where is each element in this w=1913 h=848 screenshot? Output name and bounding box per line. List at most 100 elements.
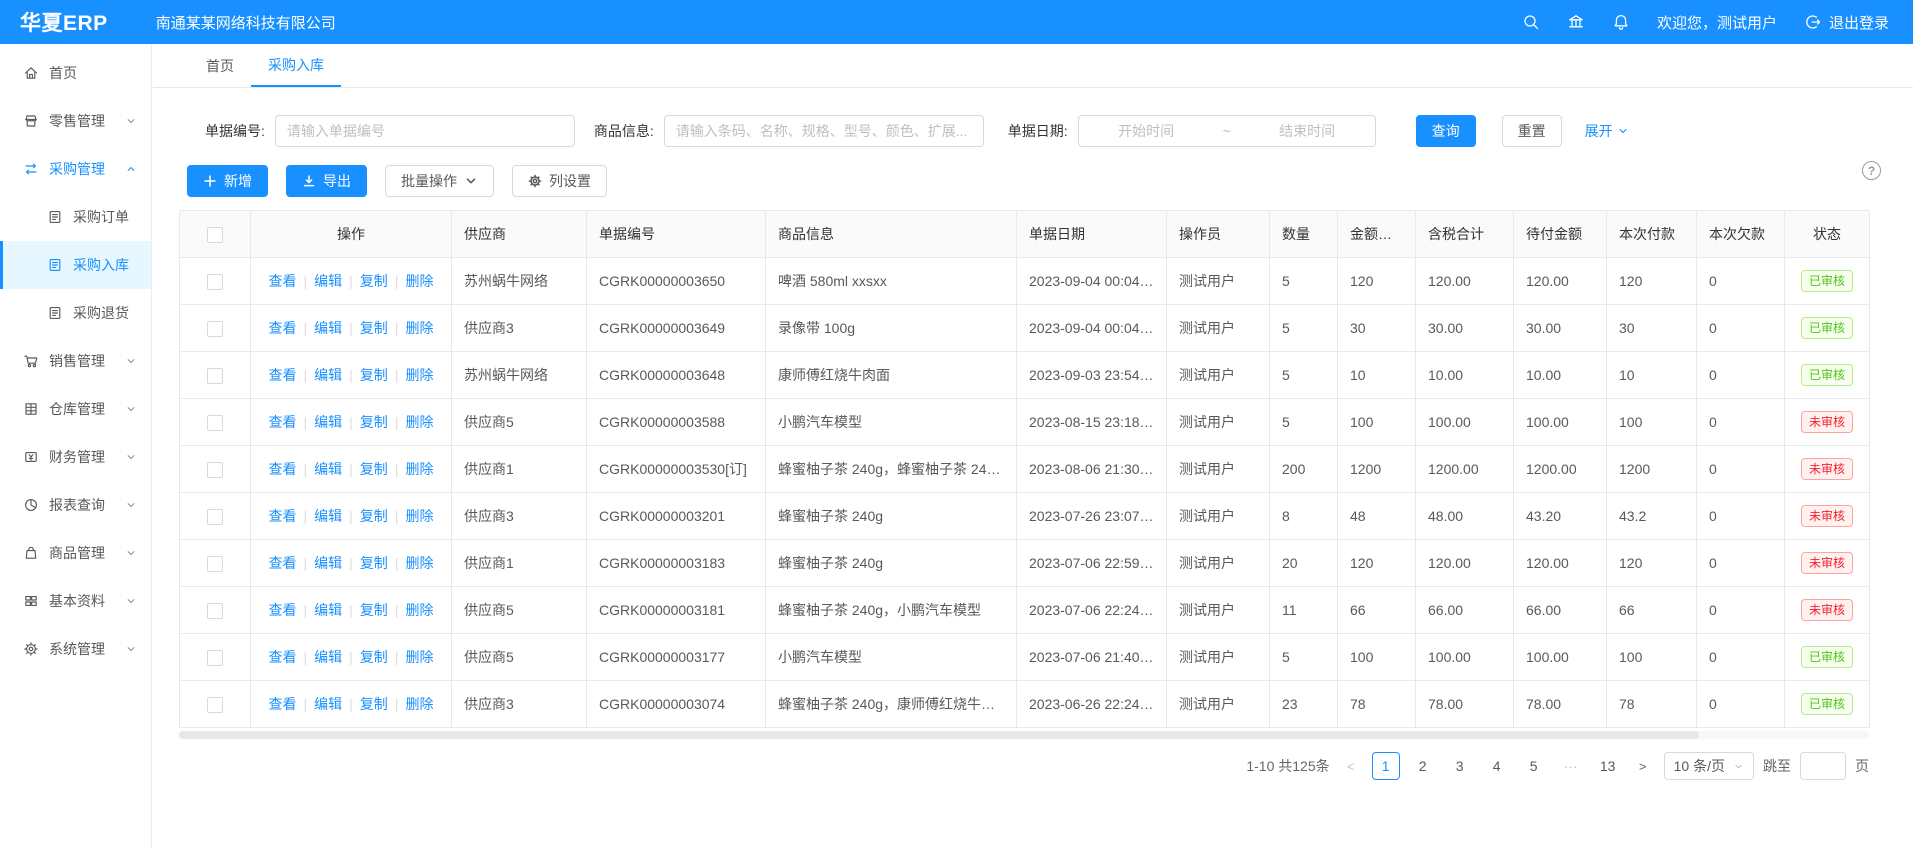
sidebar-item-首页[interactable]: 首页 [0, 49, 151, 97]
row-checkbox[interactable] [207, 603, 223, 619]
horizontal-scrollbar[interactable] [179, 731, 1869, 739]
action-link-复制[interactable]: 复制 [360, 553, 388, 573]
select-all-checkbox[interactable] [207, 227, 223, 243]
column-header-待付金额: 待付金额 [1514, 211, 1607, 258]
cell-qty: 23 [1270, 681, 1338, 728]
sidebar-item-系统管理[interactable]: 系统管理 [0, 625, 151, 673]
sidebar-item-基本资料[interactable]: 基本资料 [0, 577, 151, 625]
sidebar-item-报表查询[interactable]: 报表查询 [0, 481, 151, 529]
action-link-删除[interactable]: 删除 [405, 647, 433, 667]
action-link-编辑[interactable]: 编辑 [314, 506, 342, 526]
action-link-复制[interactable]: 复制 [360, 600, 388, 620]
action-link-查看[interactable]: 查看 [269, 318, 297, 338]
sidebar-item-采购退货[interactable]: 采购退货 [0, 289, 151, 337]
logout-button[interactable]: 退出登录 [1804, 12, 1889, 33]
row-checkbox[interactable] [207, 697, 223, 713]
page-button-4[interactable]: 4 [1483, 752, 1511, 780]
row-checkbox[interactable] [207, 462, 223, 478]
row-checkbox[interactable] [207, 415, 223, 431]
action-link-复制[interactable]: 复制 [360, 694, 388, 714]
action-link-删除[interactable]: 删除 [405, 412, 433, 432]
expand-filters-link[interactable]: 展开 [1585, 121, 1629, 141]
action-link-删除[interactable]: 删除 [405, 271, 433, 291]
page-size-select[interactable]: 10 条/页 [1664, 752, 1754, 780]
column-settings-button[interactable]: 列设置 [512, 165, 607, 197]
action-link-编辑[interactable]: 编辑 [314, 553, 342, 573]
sidebar-item-商品管理[interactable]: 商品管理 [0, 529, 151, 577]
reset-button[interactable]: 重置 [1502, 115, 1562, 147]
row-checkbox[interactable] [207, 274, 223, 290]
sidebar-item-采购管理[interactable]: 采购管理 [0, 145, 151, 193]
batch-actions-button[interactable]: 批量操作 [385, 165, 494, 197]
page-button-13[interactable]: 13 [1594, 752, 1622, 780]
action-link-编辑[interactable]: 编辑 [314, 318, 342, 338]
action-link-删除[interactable]: 删除 [405, 506, 433, 526]
pagination-bar: 1-10 共125条<12345···13>10 条/页跳至页 [153, 752, 1869, 780]
cell-qty: 5 [1270, 352, 1338, 399]
action-link-编辑[interactable]: 编辑 [314, 694, 342, 714]
row-checkbox[interactable] [207, 556, 223, 572]
action-link-删除[interactable]: 删除 [405, 365, 433, 385]
page-button-3[interactable]: 3 [1446, 752, 1474, 780]
sidebar-item-零售管理[interactable]: 零售管理 [0, 97, 151, 145]
tab-purchase-inbound[interactable]: 采购入库 [251, 44, 341, 87]
sidebar-item-销售管理[interactable]: 销售管理 [0, 337, 151, 385]
action-link-编辑[interactable]: 编辑 [314, 365, 342, 385]
action-link-查看[interactable]: 查看 [269, 600, 297, 620]
action-link-复制[interactable]: 复制 [360, 318, 388, 338]
prev-page-button[interactable]: < [1339, 759, 1363, 774]
action-link-删除[interactable]: 删除 [405, 318, 433, 338]
action-link-复制[interactable]: 复制 [360, 365, 388, 385]
jump-page-input[interactable] [1800, 752, 1846, 780]
action-link-查看[interactable]: 查看 [269, 459, 297, 479]
action-link-删除[interactable]: 删除 [405, 694, 433, 714]
material-input[interactable] [664, 115, 984, 147]
export-button[interactable]: 导出 [286, 165, 367, 197]
action-link-查看[interactable]: 查看 [269, 553, 297, 573]
page-button-5[interactable]: 5 [1520, 752, 1548, 780]
tab-home[interactable]: 首页 [189, 44, 251, 87]
action-link-编辑[interactable]: 编辑 [314, 412, 342, 432]
action-link-查看[interactable]: 查看 [269, 506, 297, 526]
action-link-查看[interactable]: 查看 [269, 271, 297, 291]
action-link-复制[interactable]: 复制 [360, 506, 388, 526]
sidebar-item-仓库管理[interactable]: 仓库管理 [0, 385, 151, 433]
action-link-查看[interactable]: 查看 [269, 412, 297, 432]
help-icon[interactable]: ? [1862, 161, 1881, 180]
action-link-删除[interactable]: 删除 [405, 553, 433, 573]
bill-no-input[interactable] [275, 115, 575, 147]
sidebar-item-采购入库[interactable]: 采购入库 [0, 241, 151, 289]
page-button-2[interactable]: 2 [1409, 752, 1437, 780]
action-link-编辑[interactable]: 编辑 [314, 600, 342, 620]
scrollbar-thumb[interactable] [179, 731, 1699, 739]
action-link-删除[interactable]: 删除 [405, 459, 433, 479]
action-link-编辑[interactable]: 编辑 [314, 459, 342, 479]
row-checkbox[interactable] [207, 509, 223, 525]
action-link-编辑[interactable]: 编辑 [314, 271, 342, 291]
action-link-复制[interactable]: 复制 [360, 459, 388, 479]
add-button[interactable]: 新增 [187, 165, 268, 197]
cell-supplier: 供应商3 [452, 493, 587, 540]
row-checkbox[interactable] [207, 650, 223, 666]
action-link-查看[interactable]: 查看 [269, 647, 297, 667]
row-checkbox[interactable] [207, 368, 223, 384]
cell-operator: 测试用户 [1167, 258, 1270, 305]
action-link-复制[interactable]: 复制 [360, 647, 388, 667]
action-link-查看[interactable]: 查看 [269, 694, 297, 714]
action-link-复制[interactable]: 复制 [360, 412, 388, 432]
sidebar-item-财务管理[interactable]: 财务管理 [0, 433, 151, 481]
row-checkbox[interactable] [207, 321, 223, 337]
sidebar-item-label: 采购管理 [49, 159, 105, 179]
bell-icon[interactable] [1612, 13, 1630, 31]
next-page-button[interactable]: > [1631, 759, 1655, 774]
bank-icon[interactable] [1567, 13, 1585, 31]
action-link-查看[interactable]: 查看 [269, 365, 297, 385]
action-link-删除[interactable]: 删除 [405, 600, 433, 620]
action-link-编辑[interactable]: 编辑 [314, 647, 342, 667]
action-link-复制[interactable]: 复制 [360, 271, 388, 291]
date-range-picker[interactable]: 开始时间 ~ 结束时间 [1078, 115, 1376, 147]
search-icon[interactable] [1522, 13, 1540, 31]
search-button[interactable]: 查询 [1416, 115, 1476, 147]
sidebar-item-采购订单[interactable]: 采购订单 [0, 193, 151, 241]
page-button-1[interactable]: 1 [1372, 752, 1400, 780]
